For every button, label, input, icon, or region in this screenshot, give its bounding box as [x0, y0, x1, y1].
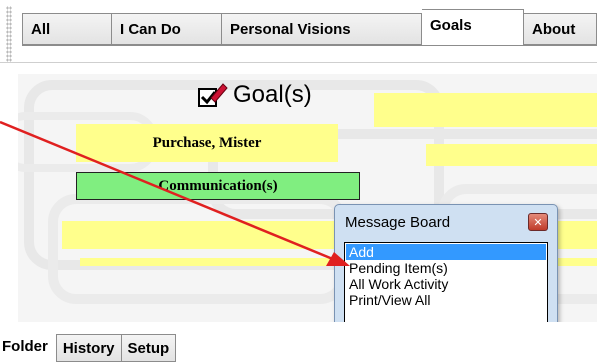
menu-item-print-view-all[interactable]: Print/View All [346, 292, 546, 308]
tab-personal-visions[interactable]: Personal Visions [222, 13, 422, 45]
menu-item-add[interactable]: Add [346, 244, 546, 260]
menu-item-all-work-activity[interactable]: All Work Activity [346, 276, 546, 292]
tab-folder[interactable]: Folder [0, 330, 56, 362]
menu-item-pending[interactable]: Pending Item(s) [346, 260, 546, 276]
goal-header: Goal(s) [198, 81, 312, 109]
tab-setup[interactable]: Setup [121, 334, 177, 362]
checkbox-pencil-icon [198, 83, 228, 107]
top-tab-bar: All I Can Do Personal Visions Goals Abou… [0, 0, 597, 64]
message-board-title: Message Board [345, 214, 451, 231]
goal-title: Goal(s) [233, 81, 312, 108]
purchase-field[interactable]: Purchase, Mister [76, 124, 338, 162]
divider [0, 62, 597, 63]
communication-field[interactable]: Communication(s) [76, 172, 360, 200]
tab-about[interactable]: About [524, 13, 597, 45]
yellow-field-top-right [374, 93, 597, 127]
top-tabs: All I Can Do Personal Visions Goals Abou… [22, 9, 597, 45]
grip-dots [6, 6, 12, 62]
message-board-list: Add Pending Item(s) All Work Activity Pr… [344, 242, 548, 329]
close-icon[interactable]: ✕ [528, 213, 548, 231]
message-board-window: Message Board ✕ Add Pending Item(s) All … [334, 204, 558, 336]
tab-all[interactable]: All [22, 13, 112, 45]
tab-goals[interactable]: Goals [422, 9, 524, 45]
tab-i-can-do[interactable]: I Can Do [112, 13, 222, 45]
yellow-field-right [426, 144, 597, 166]
bottom-tab-bar: Folder History Setup [0, 322, 597, 362]
pipe-lower [48, 194, 348, 304]
tab-history[interactable]: History [55, 334, 122, 362]
tab-strip-line [22, 45, 597, 46]
bottom-tabs: Folder History Setup [0, 330, 177, 362]
